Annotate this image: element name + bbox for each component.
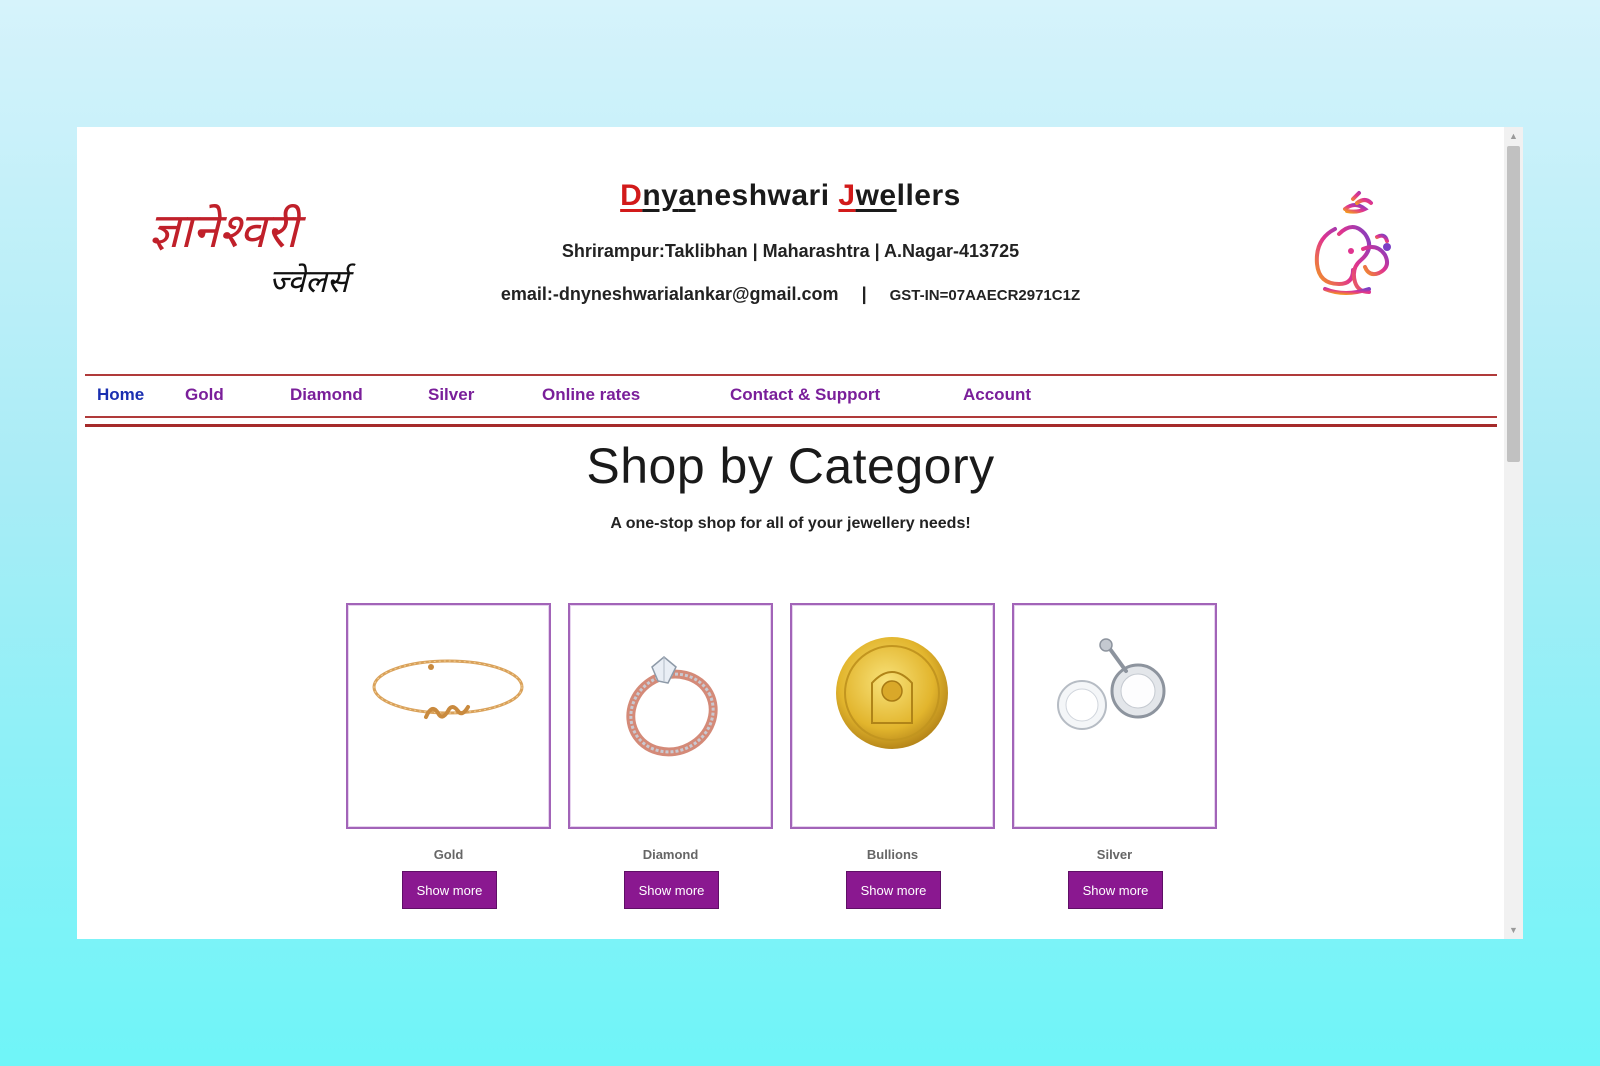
category-card-bullions: Bullions Show more [790, 603, 995, 909]
brand-part: a [678, 179, 696, 212]
category-label: Gold [433, 847, 464, 862]
page-content: ज्ञानेश्वरी ज्वेलर्स Dnyaneshwari Jwelle… [77, 127, 1504, 939]
brand-title: Dnyaneshwari Jwellers [77, 179, 1504, 213]
category-label: Silver [1096, 847, 1133, 862]
nav-divider-top [85, 374, 1497, 376]
nav-divider-bottom-thick [85, 424, 1497, 427]
ganesha-icon [1305, 189, 1405, 309]
silver-earrings-icon[interactable] [1012, 603, 1217, 829]
show-more-button[interactable]: Show more [624, 871, 719, 909]
category-label: Diamond [642, 847, 699, 862]
category-label: Bullions [866, 847, 919, 862]
nav-item-online-rates[interactable]: Online rates [542, 385, 640, 405]
brand-part: ny [642, 179, 679, 212]
brand-part: we [855, 179, 897, 212]
browser-window: ज्ञानेश्वरी ज्वेलर्स Dnyaneshwari Jwelle… [77, 127, 1523, 939]
gold-coin-icon[interactable] [790, 603, 995, 829]
nav-item-silver[interactable]: Silver [428, 385, 474, 405]
scroll-thumb[interactable] [1507, 146, 1520, 462]
nav-item-home[interactable]: Home [97, 385, 144, 405]
nav-item-gold[interactable]: Gold [185, 385, 224, 405]
show-more-button[interactable]: Show more [846, 871, 941, 909]
contact-line: email:-dnyneshwarialankar@gmail.com | GS… [77, 284, 1504, 305]
diamond-ring-icon[interactable] [568, 603, 773, 829]
email-text: email:-dnyneshwarialankar@gmail.com [500, 284, 839, 304]
scroll-down-arrow-icon[interactable]: ▼ [1504, 921, 1523, 939]
nav-item-diamond[interactable]: Diamond [290, 385, 363, 405]
section-title: Shop by Category [586, 438, 995, 494]
vertical-scrollbar[interactable]: ▲ ▼ [1504, 127, 1523, 939]
category-card-gold: Gold Show more [346, 603, 551, 909]
gold-bracelet-icon[interactable] [346, 603, 551, 829]
separator: | [861, 284, 867, 304]
category-card-silver: Silver Show more [1012, 603, 1217, 909]
brand-letter-d: D [620, 179, 643, 212]
nav-item-contact-support[interactable]: Contact & Support [730, 385, 880, 405]
brand-letter-j: J [838, 179, 856, 212]
show-more-button[interactable]: Show more [402, 871, 497, 909]
address-line: Shrirampur:Taklibhan | Maharashtra | A.N… [561, 241, 1020, 261]
show-more-button[interactable]: Show more [1068, 871, 1163, 909]
brand-part: neshwari [695, 179, 839, 212]
nav-divider-bottom [85, 416, 1497, 418]
brand-part: llers [896, 179, 961, 212]
section-subtitle: A one-stop shop for all of your jeweller… [610, 515, 971, 532]
category-card-diamond: Diamond Show more [568, 603, 773, 909]
nav-item-account[interactable]: Account [963, 385, 1031, 405]
scroll-up-arrow-icon[interactable]: ▲ [1504, 127, 1523, 145]
gst-number: GST-IN=07AAECR2971C1Z [889, 287, 1081, 304]
